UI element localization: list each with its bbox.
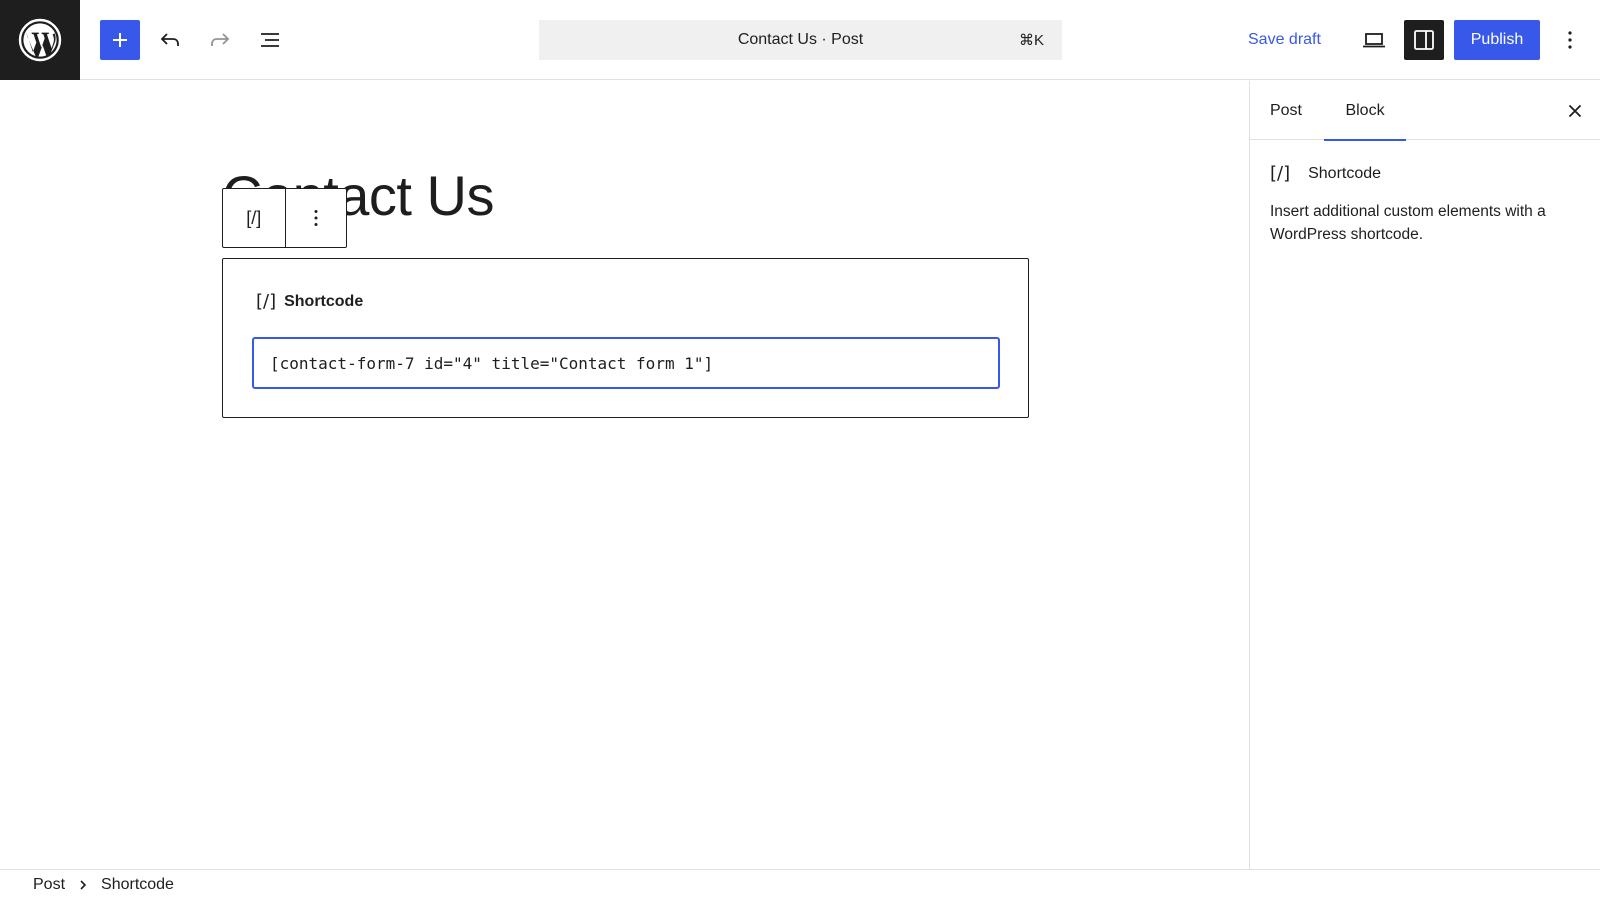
- undo-button[interactable]: [150, 20, 190, 60]
- block-inserter-button[interactable]: [100, 20, 140, 60]
- breadcrumb-item-post[interactable]: Post: [23, 876, 75, 894]
- publish-button[interactable]: Publish: [1454, 20, 1540, 60]
- document-overview-button[interactable]: [250, 20, 290, 60]
- preview-button[interactable]: [1354, 20, 1394, 60]
- list-view-icon: [261, 33, 279, 47]
- shortcode-block-label: [/] Shortcode: [256, 291, 363, 312]
- more-vertical-icon: [314, 210, 318, 226]
- block-options-button[interactable]: [284, 189, 347, 247]
- breadcrumb-item-shortcode[interactable]: Shortcode: [91, 876, 184, 894]
- close-icon: [1568, 104, 1582, 118]
- tab-post[interactable]: Post: [1250, 81, 1322, 140]
- shortcode-input[interactable]: [252, 337, 1000, 389]
- wordpress-icon: [18, 18, 62, 62]
- sidebar-settings-icon: [1414, 30, 1434, 50]
- chevron-right-icon: [75, 879, 91, 891]
- document-title: Contact Us · Post: [737, 31, 864, 48]
- close-settings-button[interactable]: [1560, 96, 1590, 126]
- tab-block[interactable]: Block: [1324, 81, 1406, 141]
- desktop-preview-icon: [1363, 33, 1385, 48]
- block-card-title: Shortcode: [1308, 164, 1382, 182]
- sidebar-tabs: Post Block: [1250, 81, 1600, 141]
- shortcode-icon: [/]: [256, 291, 277, 312]
- document-title-command-bar[interactable]: Contact Us · Post ⌘K: [539, 20, 1062, 60]
- wordpress-logo-button[interactable]: [0, 0, 80, 80]
- block-card-description: Insert additional custom elements with a…: [1270, 203, 1546, 243]
- shortcode-icon: [/]: [246, 207, 262, 228]
- command-shortcut: ⌘K: [1018, 32, 1044, 49]
- shortcode-block[interactable]: [/] Shortcode: [222, 258, 1029, 418]
- block-card: [/] Shortcode Insert additional custom e…: [1270, 163, 1585, 246]
- settings-sidebar-toggle[interactable]: [1404, 20, 1444, 60]
- shortcode-icon: [/]: [1270, 163, 1291, 184]
- settings-sidebar: Post Block [/] Shortcode Insert addition…: [1249, 81, 1600, 869]
- shortcode-block-title: Shortcode: [284, 292, 364, 310]
- redo-icon: [211, 33, 230, 46]
- block-toolbar: [/]: [222, 188, 347, 248]
- save-draft-button[interactable]: Save draft: [1238, 20, 1331, 60]
- block-type-button[interactable]: [/]: [223, 189, 285, 247]
- block-breadcrumb: Post Shortcode: [0, 869, 1600, 900]
- more-vertical-icon: [1568, 31, 1572, 49]
- block-card-header: [/] Shortcode: [1270, 163, 1585, 184]
- editor-header: Contact Us · Post ⌘K Save draft Publish: [0, 0, 1600, 80]
- plus-icon: [113, 33, 127, 47]
- options-menu-button[interactable]: [1550, 20, 1590, 60]
- undo-icon: [160, 33, 179, 46]
- redo-button[interactable]: [200, 20, 240, 60]
- editor-canvas: Contact Us [/] [/] Shortcode: [0, 81, 1249, 869]
